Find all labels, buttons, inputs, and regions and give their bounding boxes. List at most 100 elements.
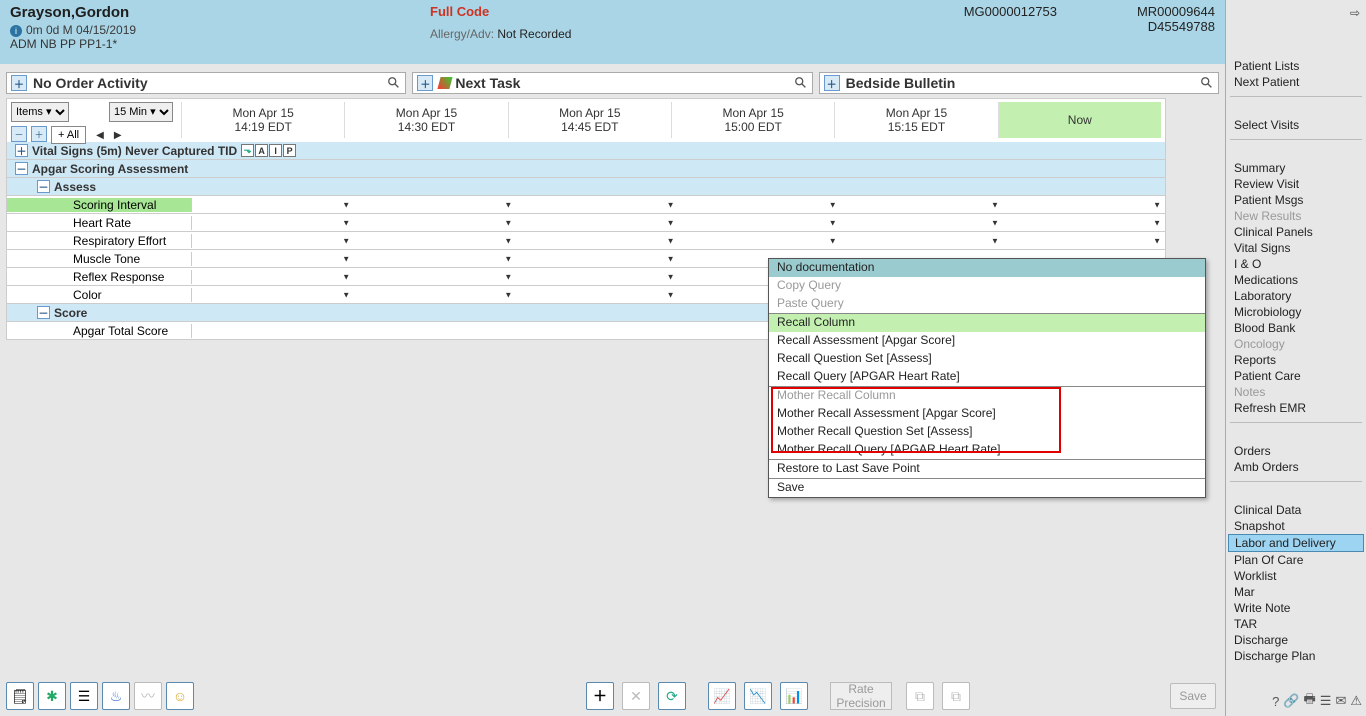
next-task-header[interactable]: ＋ Next Task (412, 72, 812, 94)
nav-i-o[interactable]: I & O (1230, 256, 1362, 272)
row-heart-rate[interactable]: Heart Rate ▼ ▼ ▼ ▼ ▼ ▼ (6, 214, 1166, 232)
nav-clinical-data[interactable]: Clinical Data (1230, 502, 1362, 518)
nav-patient-msgs[interactable]: Patient Msgs (1230, 192, 1362, 208)
dropdown-icon[interactable]: ▼ (667, 290, 675, 299)
a-badge-icon[interactable]: A (255, 144, 268, 157)
time-col-2[interactable]: Mon Apr 1514:45 EDT (508, 102, 671, 138)
scroll-right-icon[interactable]: ▶ (114, 130, 122, 141)
dropdown-icon[interactable]: ▼ (1153, 200, 1161, 209)
nav-tar[interactable]: TAR (1230, 616, 1362, 632)
nav-discharge[interactable]: Discharge (1230, 632, 1362, 648)
nav-refresh-emr[interactable]: Refresh EMR (1230, 400, 1362, 416)
nav-orders[interactable]: Orders (1230, 443, 1362, 459)
nav-labor-and-delivery[interactable]: Labor and Delivery (1228, 534, 1364, 552)
dropdown-icon[interactable]: ▼ (342, 254, 350, 263)
dropdown-icon[interactable]: ▼ (991, 200, 999, 209)
dropdown-icon[interactable]: ▼ (504, 272, 512, 281)
dropdown-icon[interactable]: ▼ (504, 218, 512, 227)
graph1-icon[interactable]: 📈 (708, 682, 736, 710)
row-scoring-interval[interactable]: Scoring Interval ▼ ▼ ▼ ▼ ▼ ▼ (6, 196, 1166, 214)
nav-amb-orders[interactable]: Amb Orders (1230, 459, 1362, 475)
clipboard-icon[interactable]: 🗒 (6, 682, 34, 710)
p-badge-icon[interactable]: P (283, 144, 296, 157)
collapse-icon[interactable]: － (37, 306, 50, 319)
dropdown-icon[interactable]: ▼ (991, 236, 999, 245)
nav-worklist[interactable]: Worklist (1230, 568, 1362, 584)
graph2-icon[interactable]: 📉 (744, 682, 772, 710)
interval-select[interactable]: 15 Min ▾ (109, 102, 173, 122)
dropdown-icon[interactable]: ▼ (342, 236, 350, 245)
menu-mother-recall-assessment[interactable]: Mother Recall Assessment [Apgar Score] (769, 405, 1205, 423)
nav-medications[interactable]: Medications (1230, 272, 1362, 288)
dropdown-icon[interactable]: ▼ (504, 290, 512, 299)
dropdown-icon[interactable]: ▼ (504, 200, 512, 209)
i-badge-icon[interactable]: I (269, 144, 282, 157)
time-col-4[interactable]: Mon Apr 1515:15 EDT (834, 102, 997, 138)
expand-icon[interactable]: ＋ (15, 144, 28, 157)
collapse-all-button[interactable]: － (11, 126, 27, 142)
nav-reports[interactable]: Reports (1230, 352, 1362, 368)
row-apgar[interactable]: －Apgar Scoring Assessment (6, 160, 1166, 178)
menu-recall-assessment[interactable]: Recall Assessment [Apgar Score] (769, 332, 1205, 350)
dropdown-icon[interactable]: ▼ (991, 218, 999, 227)
menu-recall-query[interactable]: Recall Query [APGAR Heart Rate] (769, 368, 1205, 386)
gear-icon[interactable]: ✱ (38, 682, 66, 710)
plus-icon[interactable]: ＋ (586, 682, 614, 710)
time-col-now[interactable]: Now (998, 102, 1161, 138)
dropdown-icon[interactable]: ▼ (829, 218, 837, 227)
menu-recall-question-set[interactable]: Recall Question Set [Assess] (769, 350, 1205, 368)
info-icon[interactable]: i (10, 25, 22, 37)
time-col-0[interactable]: Mon Apr 1514:19 EDT (181, 102, 344, 138)
dropdown-icon[interactable]: ▼ (829, 236, 837, 245)
expand-all-button[interactable]: ＋ (31, 126, 47, 142)
refresh-icon[interactable]: ⟳ (658, 682, 686, 710)
nav-clinical-panels[interactable]: Clinical Panels (1230, 224, 1362, 240)
nav-patient-lists[interactable]: Patient Lists (1230, 58, 1362, 74)
graph3-icon[interactable]: 📊 (780, 682, 808, 710)
dropdown-icon[interactable]: ▼ (342, 218, 350, 227)
nav-select-visits[interactable]: Select Visits (1230, 117, 1362, 133)
magnify-icon[interactable] (794, 76, 808, 90)
dropdown-icon[interactable]: ▼ (504, 254, 512, 263)
menu-mother-recall-question-set[interactable]: Mother Recall Question Set [Assess] (769, 423, 1205, 441)
next-arrow-icon[interactable]: ⇨ (1350, 6, 1360, 20)
row-resp-effort[interactable]: Respiratory Effort ▼ ▼ ▼ ▼ ▼ ▼ (6, 232, 1166, 250)
order-activity-header[interactable]: ＋ No Order Activity (6, 72, 406, 94)
bedside-bulletin-header[interactable]: ＋ Bedside Bulletin (819, 72, 1219, 94)
nav-summary[interactable]: Summary (1230, 160, 1362, 176)
nav-write-note[interactable]: Write Note (1230, 600, 1362, 616)
allergy-value[interactable]: Not Recorded (497, 27, 571, 41)
collapse-icon[interactable]: － (37, 180, 50, 193)
time-col-3[interactable]: Mon Apr 1515:00 EDT (671, 102, 834, 138)
flame-icon[interactable]: ♨ (102, 682, 130, 710)
row-vital-signs[interactable]: ＋Vital Signs (5m) Never Captured TID ⬎ A… (6, 142, 1166, 160)
dropdown-icon[interactable]: ▼ (504, 236, 512, 245)
nav-patient-care[interactable]: Patient Care (1230, 368, 1362, 384)
nav-discharge-plan[interactable]: Discharge Plan (1230, 648, 1362, 664)
magnify-icon[interactable] (1200, 76, 1214, 90)
nav-plan-of-care[interactable]: Plan Of Care (1230, 552, 1362, 568)
menu-mother-recall-query[interactable]: Mother Recall Query [APGAR Heart Rate] (769, 441, 1205, 459)
row-assess[interactable]: －Assess (6, 178, 1166, 196)
menu-restore[interactable]: Restore to Last Save Point (769, 460, 1205, 478)
dropdown-icon[interactable]: ▼ (342, 290, 350, 299)
dropdown-icon[interactable]: ▼ (667, 218, 675, 227)
nav-snapshot[interactable]: Snapshot (1230, 518, 1362, 534)
magnify-icon[interactable] (387, 76, 401, 90)
dropdown-icon[interactable]: ▼ (1153, 236, 1161, 245)
dropdown-icon[interactable]: ▼ (667, 254, 675, 263)
expand-icon[interactable]: ＋ (824, 75, 840, 91)
scroll-left-icon[interactable]: ◀ (96, 130, 104, 141)
plus-all-button[interactable]: + All (51, 126, 86, 144)
menu-save[interactable]: Save (769, 479, 1205, 497)
menu-recall-column[interactable]: Recall Column (769, 314, 1205, 332)
code-status[interactable]: Full Code (430, 4, 905, 19)
nav-blood-bank[interactable]: Blood Bank (1230, 320, 1362, 336)
nav-next-patient[interactable]: Next Patient (1230, 74, 1362, 90)
dropdown-icon[interactable]: ▼ (342, 272, 350, 281)
nav-mar[interactable]: Mar (1230, 584, 1362, 600)
nav-laboratory[interactable]: Laboratory (1230, 288, 1362, 304)
dropdown-icon[interactable]: ▼ (667, 272, 675, 281)
nav-review-visit[interactable]: Review Visit (1230, 176, 1362, 192)
dropdown-icon[interactable]: ▼ (829, 200, 837, 209)
